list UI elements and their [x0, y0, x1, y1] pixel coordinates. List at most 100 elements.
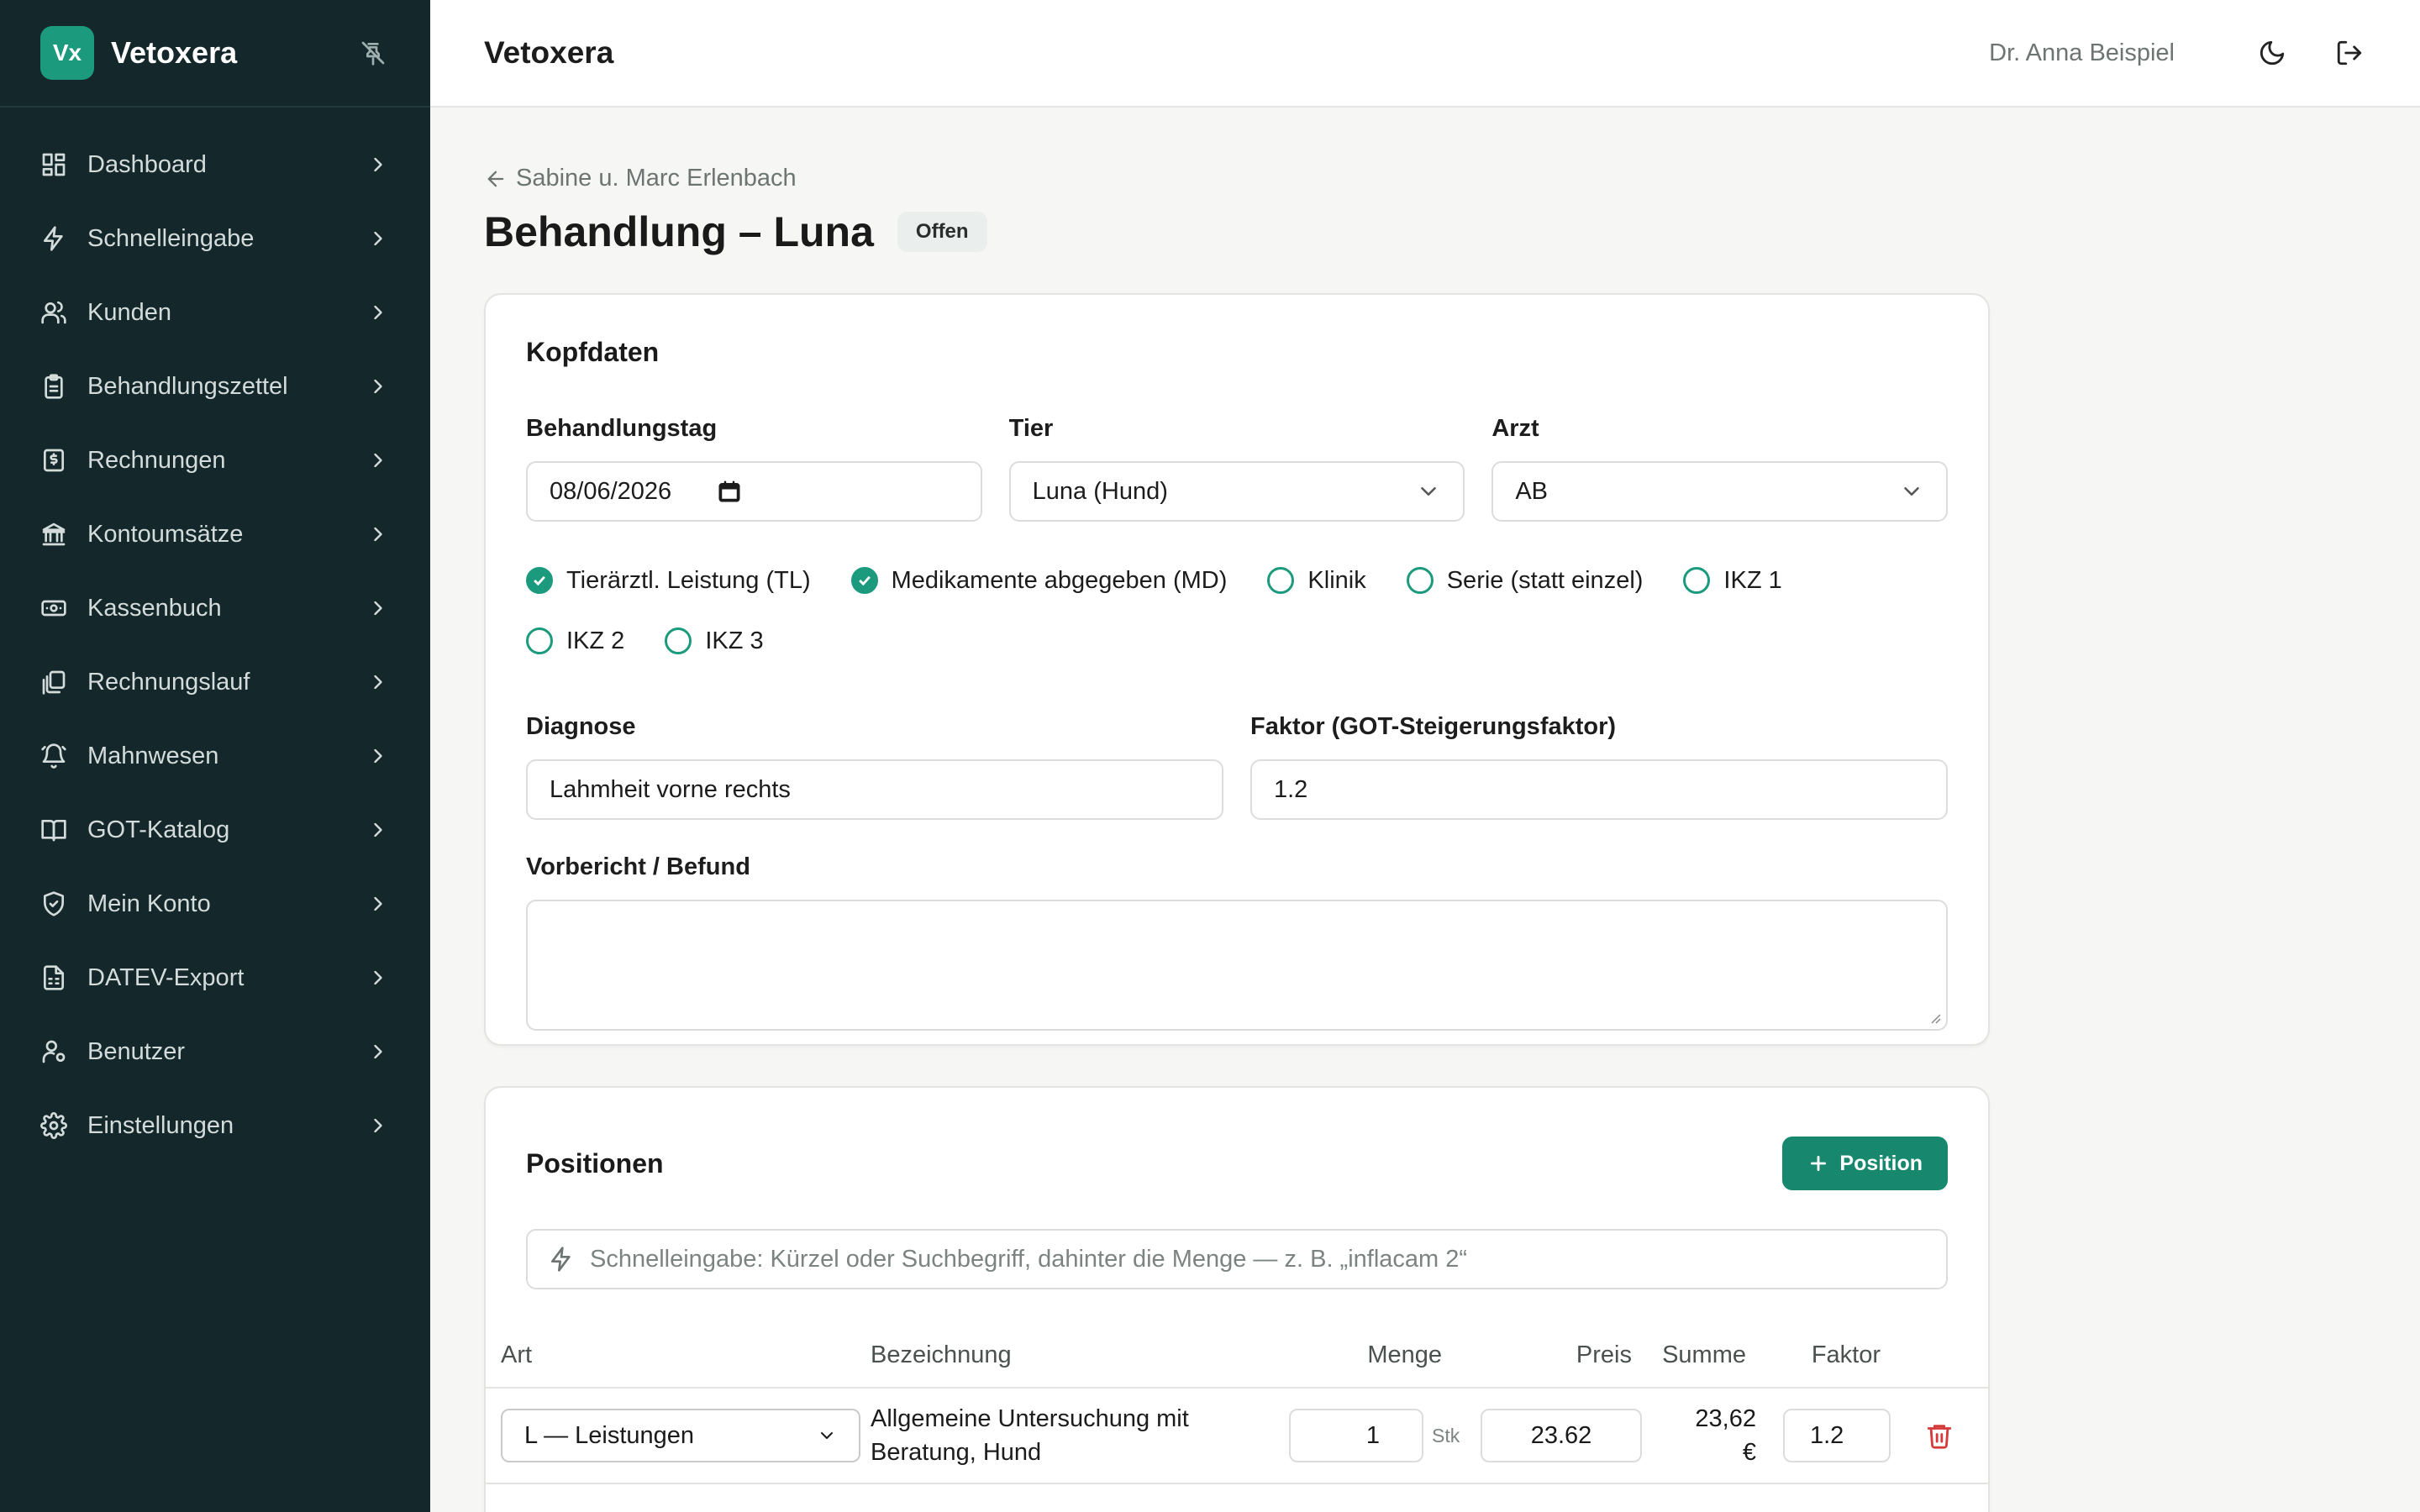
moon-icon[interactable] — [2255, 36, 2289, 70]
sidebar-item-behandlungszettel[interactable]: Behandlungszettel — [0, 349, 430, 423]
sidebar-item-label: Kunden — [87, 298, 171, 326]
bezeichnung-cell: Allgemeine Untersuchung mit Beratung, Hu… — [871, 1402, 1247, 1469]
chevron-right-icon — [374, 1118, 382, 1133]
checkbox-unchecked-icon[interactable] — [1683, 567, 1711, 594]
behandlungstag-input[interactable]: 08/06/2026 — [526, 461, 982, 522]
arzt-select[interactable]: AB — [1491, 461, 1948, 522]
quick-entry-placeholder: Schnelleingabe: Kürzel oder Suchbegriff,… — [590, 1245, 1468, 1273]
sidebar-item-kunden[interactable]: Kunden — [0, 276, 430, 349]
vorbericht-label: Vorbericht / Befund — [526, 853, 750, 880]
faktor-value: 1.2 — [1274, 775, 1308, 803]
art-select[interactable]: L — Leistungen — [501, 1409, 860, 1462]
tier-group: Tier Luna (Hund) — [1008, 415, 1465, 522]
sidebar-item-rechnungslauf[interactable]: Rechnungslauf — [0, 645, 430, 719]
positionen-card: Positionen Position Schnelleingabe: Kürz… — [484, 1086, 1990, 1512]
vorbericht-group: Vorbericht / Befund — [526, 853, 1948, 1031]
faktor-row-input[interactable]: 1.2 — [1783, 1409, 1891, 1462]
chevron-right-icon — [374, 1044, 382, 1059]
checkbox-klinik[interactable]: Klinik — [1267, 550, 1366, 611]
column-bezeichnung: Bezeichnung — [871, 1341, 1012, 1368]
faktor-label: Faktor (GOT-Steigerungsfaktor) — [1250, 713, 1617, 740]
summe-value: 23,62 — [1695, 1405, 1756, 1432]
vorbericht-textarea[interactable] — [526, 900, 1948, 1031]
menge-input[interactable]: 1 — [1289, 1409, 1423, 1462]
logout-icon[interactable] — [2333, 36, 2366, 70]
sidebar-item-kontoumsaetze[interactable]: Kontoumsätze — [0, 497, 430, 571]
checkbox-label: IKZ 3 — [705, 627, 764, 654]
delete-cell — [1891, 1421, 1988, 1450]
preis-value: 23.62 — [1530, 1421, 1592, 1449]
sidebar-item-schnelleingabe[interactable]: Schnelleingabe — [0, 202, 430, 276]
sidebar-item-einstellungen[interactable]: Einstellungen — [0, 1089, 430, 1163]
checkbox-checked-icon[interactable] — [850, 567, 878, 594]
table-row: L — Leistungen Allgemeine Untersuchung m… — [486, 1389, 1988, 1484]
breadcrumb-link[interactable]: Sabine u. Marc Erlenbach — [516, 165, 797, 192]
sidebar-item-label: Mahnwesen — [87, 742, 219, 769]
bezeichnung-line-1: Allgemeine Untersuchung mit — [871, 1405, 1189, 1432]
checkbox-checked-icon[interactable] — [526, 567, 553, 594]
resize-handle-icon[interactable] — [1928, 1011, 1941, 1024]
checkbox-label: Serie (statt einzel) — [1446, 566, 1644, 594]
checkbox-ikz1[interactable]: IKZ 1 — [1683, 550, 1782, 611]
sidebar-item-got-katalog[interactable]: GOT-Katalog — [0, 793, 430, 867]
checkbox-ikz3[interactable]: IKZ 3 — [665, 611, 764, 671]
diagnose-input[interactable]: Lahmheit vorne rechts — [526, 759, 1223, 820]
diagnose-group: Diagnose Lahmheit vorne rechts — [526, 713, 1223, 820]
bank-icon — [42, 522, 66, 546]
invoice-icon — [44, 449, 64, 472]
sidebar-item-datev-export[interactable]: DATEV-Export — [0, 941, 430, 1015]
unpin-icon[interactable] — [356, 36, 390, 70]
trash-icon[interactable] — [1925, 1421, 1954, 1450]
art-value: L — Leistungen — [524, 1421, 695, 1449]
behandlungstag-label: Behandlungstag — [526, 415, 718, 442]
chevron-down-icon — [821, 1432, 833, 1439]
checkbox-ikz2[interactable]: IKZ 2 — [526, 611, 624, 671]
breadcrumb[interactable]: Sabine u. Marc Erlenbach — [484, 165, 1990, 192]
menge-unit: Stk — [1432, 1424, 1460, 1446]
checkbox-label: Medikamente abgegeben (MD) — [891, 566, 1228, 594]
preis-input[interactable]: 23.62 — [1481, 1409, 1642, 1462]
user-name[interactable]: Dr. Anna Beispiel — [1989, 39, 2175, 67]
faktor-group: Faktor (GOT-Steigerungsfaktor) 1.2 — [1250, 713, 1948, 820]
chevron-right-icon — [374, 231, 382, 246]
checkbox-unchecked-icon[interactable] — [665, 627, 692, 654]
sidebar-item-kassenbuch[interactable]: Kassenbuch — [0, 571, 430, 645]
column-menge: Menge — [1367, 1341, 1442, 1368]
preis-cell: 23.62 — [1465, 1409, 1642, 1462]
kopfdaten-card: Kopfdaten Behandlungstag 08/06/2026 Tier… — [484, 293, 1990, 1046]
faktor-cell: 1.2 — [1756, 1409, 1891, 1462]
sidebar-header: Vx Vetoxera — [0, 0, 430, 108]
arzt-value: AB — [1515, 477, 1549, 505]
sidebar-item-mein-konto[interactable]: Mein Konto — [0, 867, 430, 941]
shield-check-icon — [44, 891, 64, 916]
checkbox-label: Tierärztl. Leistung (TL) — [566, 566, 811, 594]
sidebar-item-dashboard[interactable]: Dashboard — [0, 128, 430, 202]
checkbox-unchecked-icon[interactable] — [1267, 567, 1295, 594]
checkbox-tl[interactable]: Tierärztl. Leistung (TL) — [526, 550, 811, 611]
user-cog-icon — [42, 1040, 66, 1063]
tier-label: Tier — [1008, 415, 1054, 442]
summe-cell: 23,62 € — [1642, 1402, 1756, 1469]
column-preis: Preis — [1576, 1341, 1632, 1368]
checkbox-md[interactable]: Medikamente abgegeben (MD) — [850, 550, 1228, 611]
faktor-input[interactable]: 1.2 — [1250, 759, 1948, 820]
add-position-label: Position — [1839, 1151, 1923, 1175]
column-faktor: Faktor — [1811, 1341, 1881, 1368]
tier-select[interactable]: Luna (Hund) — [1008, 461, 1465, 522]
sidebar-item-mahnwesen[interactable]: Mahnwesen — [0, 719, 430, 793]
dashboard-icon — [42, 153, 66, 176]
chevron-right-icon — [374, 305, 382, 320]
bell-icon — [41, 743, 66, 769]
sidebar-item-label: Einstellungen — [87, 1111, 234, 1139]
checkbox-unchecked-icon[interactable] — [526, 627, 553, 654]
checkbox-unchecked-icon[interactable] — [1406, 567, 1434, 594]
add-position-button[interactable]: Position — [1782, 1137, 1948, 1190]
quick-entry-input[interactable]: Schnelleingabe: Kürzel oder Suchbegriff,… — [526, 1229, 1948, 1289]
menge-cell: 1 Stk — [1247, 1409, 1465, 1462]
checkbox-serie[interactable]: Serie (statt einzel) — [1406, 550, 1644, 611]
sidebar-item-label: Kontoumsätze — [87, 520, 244, 548]
calendar-icon[interactable] — [717, 479, 742, 504]
sidebar-item-rechnungen[interactable]: Rechnungen — [0, 423, 430, 497]
sidebar-item-benutzer[interactable]: Benutzer — [0, 1015, 430, 1089]
users-icon — [41, 301, 66, 324]
